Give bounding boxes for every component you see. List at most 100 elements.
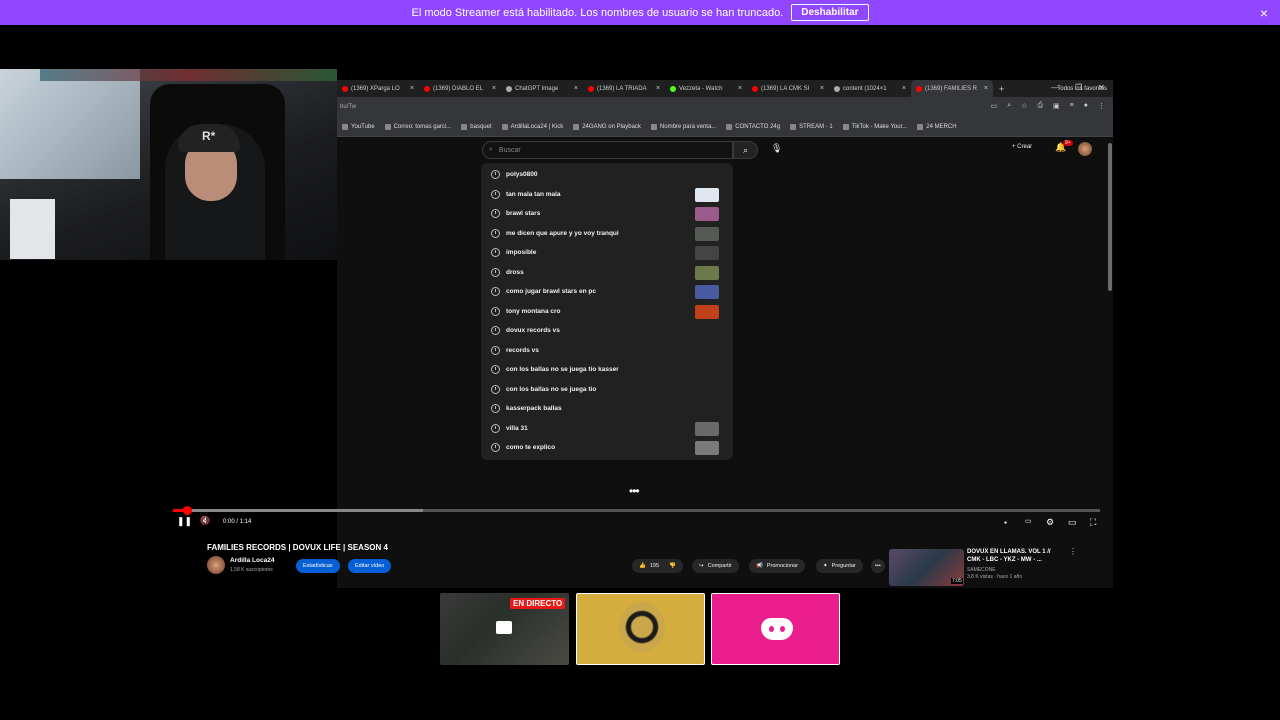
menu-icon[interactable]: ⋮ (1098, 102, 1105, 110)
search-suggestion[interactable]: con los ballas no se juega tio (481, 380, 733, 400)
new-tab-icon[interactable]: + (999, 84, 1004, 94)
bookmark-item[interactable]: STREAM - 1 (790, 123, 833, 130)
bookmark-item[interactable]: Correo: tomas garci... (384, 123, 451, 130)
theater-mode-icon[interactable]: ▭ (1068, 517, 1077, 528)
browser-tab[interactable]: ChatGPT Image × (501, 80, 583, 97)
extensions-icon[interactable]: ▣ (1053, 102, 1060, 110)
search-suggestion[interactable]: dross (481, 263, 733, 283)
tab-close-icon[interactable]: × (984, 85, 988, 92)
avatar[interactable] (1078, 142, 1092, 156)
browser-tab[interactable]: (1369) LA CMK SI × (747, 80, 829, 97)
bookmark-item[interactable]: 24GANG on Playback (573, 123, 641, 130)
mute-icon[interactable]: 🔇 (200, 516, 210, 525)
page-scrollbar[interactable] (1108, 143, 1112, 291)
player-controls: ❚❚ 🔇 0:00 / 1:14 ● ▭ ⚙ ▭ ⛶ (173, 516, 1108, 531)
history-icon (491, 326, 500, 336)
loading-dots: ••• (629, 484, 640, 498)
bookmark-item[interactable]: CONTACTO 24g (726, 123, 780, 130)
profile-icon[interactable]: ● (1084, 102, 1088, 110)
bookmark-item[interactable]: basquet (461, 123, 492, 130)
bookmark-item[interactable]: YouTube (342, 123, 375, 130)
video-progress-bar[interactable] (173, 506, 1100, 515)
search-suggestion[interactable]: como jugar brawl stars en pc (481, 282, 733, 302)
stats-button[interactable]: Estadísticas (296, 559, 340, 573)
search-suggestion[interactable]: villa 31 (481, 419, 733, 439)
create-button[interactable]: + Crear (1012, 144, 1032, 150)
search-suggestion[interactable]: como te explico (481, 438, 733, 458)
search-suggestion[interactable]: con los ballas no se juega tio kasser (481, 360, 733, 380)
search-suggestion[interactable]: me dicen que apure y yo voy tranqui (481, 224, 733, 244)
search-suggestion[interactable]: polys0800 (481, 165, 733, 185)
share-button[interactable]: ↪ Compartir (692, 559, 739, 573)
ask-label: Preguntar (831, 563, 856, 569)
search-icon: ⌕ (489, 146, 493, 153)
promote-button[interactable]: 📢 Promocionar (749, 559, 806, 573)
search-input[interactable]: ⌕ Buscar (482, 141, 733, 159)
tab-close-icon[interactable]: × (902, 85, 906, 92)
recommended-channel[interactable]: SAMECONE (967, 567, 996, 573)
tab-close-icon[interactable]: × (820, 85, 824, 92)
printer-icon[interactable]: ⎙ (1037, 102, 1043, 110)
search-suggestion[interactable]: tan mala tan mala (481, 185, 733, 205)
tab-close-icon[interactable]: × (492, 85, 496, 92)
tab-close-icon[interactable]: × (738, 85, 742, 92)
search-button[interactable]: ⌕ (733, 141, 758, 159)
suggestion-thumbnail (695, 207, 719, 221)
tab-close-icon[interactable]: × (656, 85, 660, 92)
address-bar[interactable]: bu/Tw ▭ ⌕ ☆ ⎙ ▣ ≡ ● ⋮ (337, 97, 1113, 117)
search-suggestion[interactable]: imposible (481, 243, 733, 263)
sidebar-icon[interactable]: ≡ (1070, 102, 1074, 110)
search-suggestion[interactable]: dovux records vs (481, 321, 733, 341)
zoom-icon[interactable]: ⌕ (1007, 102, 1011, 110)
bookmark-item[interactable]: 24 MERCH (917, 123, 957, 130)
tab-label: (1369) LA TRIADA (597, 85, 647, 92)
browser-tab[interactable]: (1369) LA TRIADA × (583, 80, 665, 97)
all-bookmarks-link[interactable]: Todos los favoritos (1057, 86, 1107, 92)
tab-close-icon[interactable]: × (410, 85, 414, 92)
search-suggestion[interactable]: records vs (481, 341, 733, 361)
cast-icon[interactable]: ▭ (991, 102, 998, 110)
autoplay-toggle[interactable]: ● (1004, 520, 1007, 526)
disable-streamer-mode-button[interactable]: Deshabilitar (791, 4, 869, 21)
close-icon[interactable]: × (1260, 5, 1268, 21)
star-icon[interactable]: ☆ (1021, 102, 1027, 110)
history-icon (491, 306, 500, 316)
history-icon (491, 267, 500, 277)
pause-icon[interactable]: ❚❚ (177, 516, 192, 527)
thumbs-down-icon[interactable]: 👎 (669, 563, 676, 569)
browser-tab[interactable]: content (1024×1 × (829, 80, 911, 97)
channel-avatar[interactable] (207, 556, 225, 574)
like-button[interactable]: 👍 195 👎 (632, 559, 683, 573)
tab-favicon-icon (916, 85, 922, 92)
settings-icon[interactable]: ⚙ (1046, 517, 1054, 528)
ask-button[interactable]: ✦ Preguntar (816, 559, 863, 573)
recommended-title[interactable]: DOVUX EN LLAMAS. VOL 1 // CMK - LBC - YK… (967, 548, 1062, 564)
bookmark-icon (842, 123, 849, 130)
tab-strip: (1369) XParga LO × (1369) DIABLO EL × ChatGP… (337, 80, 1113, 97)
bookmark-item[interactable]: Nombre para venta... (650, 123, 716, 130)
history-icon (491, 287, 500, 297)
channel-name[interactable]: Ardilla Loca24 (230, 557, 274, 564)
bookmark-item[interactable]: TikTok - Make Your... (842, 123, 907, 130)
edit-video-button[interactable]: Editar vídeo (348, 559, 392, 573)
tab-label: (1369) FAMILIES R (925, 85, 978, 92)
microphone-icon[interactable]: 🎙 (771, 143, 782, 154)
browser-tab[interactable]: (1369) DIABLO EL × (419, 80, 501, 97)
fullscreen-icon[interactable]: ⛶ (1090, 517, 1096, 528)
bookmarks-bar: YouTube Correo: tomas garci... basquet Ardi… (337, 117, 1113, 137)
tab-close-icon[interactable]: × (574, 85, 578, 92)
sparkle-icon: ✦ (823, 563, 828, 569)
search-suggestion[interactable]: brawl stars (481, 204, 733, 224)
more-actions-button[interactable]: ••• (871, 559, 885, 573)
search-suggestion[interactable]: kasserpack ballas (481, 399, 733, 419)
browser-tab[interactable]: Vezzeta - Watch × (665, 80, 747, 97)
suggestion-text: dovux records vs (506, 327, 560, 335)
browser-tab[interactable]: (1369) FAMILIES R × (911, 80, 993, 97)
search-suggestion[interactable]: tony montana cro (481, 302, 733, 322)
browser-tab[interactable]: (1369) XParga LO × (337, 80, 419, 97)
bookmark-item[interactable]: ArdillaLoca24 | Kick (501, 123, 563, 130)
subtitles-icon[interactable]: ▭ (1025, 517, 1032, 525)
kebab-menu-icon[interactable]: ⋮ (1069, 547, 1077, 556)
scrubber-handle[interactable] (182, 506, 192, 515)
tab-favicon-icon (752, 85, 758, 92)
